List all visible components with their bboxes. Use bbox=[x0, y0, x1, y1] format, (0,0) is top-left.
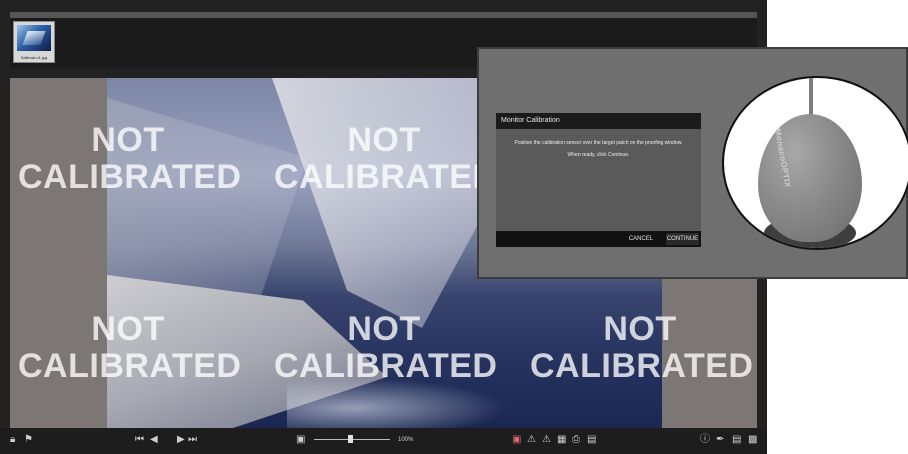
previous-icon[interactable]: ◀ bbox=[150, 434, 158, 446]
watermark-line2: CALIBRATED bbox=[274, 158, 498, 196]
clipboard-icon[interactable]: ▩ bbox=[748, 434, 757, 446]
watermark-line2: CALIBRATED bbox=[18, 158, 242, 196]
watermark-not-calibrated: NOT CALIBRATED bbox=[530, 310, 754, 385]
cancel-button[interactable]: CANCEL bbox=[623, 233, 659, 245]
continue-button[interactable]: CONTINUE bbox=[666, 233, 699, 245]
gamut-warning-icon[interactable]: ⚠︎ bbox=[527, 434, 536, 446]
watermark-not-calibrated: NOT CALIBRATED bbox=[18, 310, 242, 385]
fit-to-window-icon[interactable]: ▣ bbox=[296, 434, 305, 446]
bottom-toolbar: 🔒︎ ⚑ ⏮︎ ◀ ▶ ⏭︎ ▣ 100% ▣ ⚠︎ ⚠︎ ▦ ⎙ ▤ ⓘ ✒ … bbox=[0, 428, 767, 454]
watermark-line1: NOT bbox=[603, 310, 677, 348]
zoom-label: 100% bbox=[398, 437, 414, 443]
watermark-not-calibrated: NOT CALIBRATED bbox=[274, 121, 498, 196]
eyedropper-icon[interactable]: ✒ bbox=[716, 434, 724, 446]
sensor-cable bbox=[809, 78, 813, 116]
watermark-line2: CALIBRATED bbox=[18, 347, 242, 385]
first-page-icon[interactable]: ⏮︎ bbox=[135, 434, 144, 446]
calibration-sensor-image: MonacoOPTIX bbox=[722, 76, 908, 250]
lock-icon[interactable]: 🔒︎ bbox=[10, 434, 15, 446]
dialog-title: Monitor Calibration bbox=[496, 113, 701, 129]
watermark-not-calibrated: NOT CALIBRATED bbox=[274, 310, 498, 385]
dialog-footer: CANCEL CONTINUE bbox=[496, 231, 701, 247]
dialog-message-line2: When ready, click Continue. bbox=[567, 152, 630, 158]
dialog-message: Position the calibration sensor over the… bbox=[502, 137, 695, 161]
gamut-warning-icon[interactable]: ⚠︎ bbox=[542, 434, 551, 446]
compare-icon[interactable]: ▦ bbox=[557, 434, 566, 446]
watermark-line2: CALIBRATED bbox=[530, 347, 754, 385]
watermark-line2: CALIBRATED bbox=[274, 347, 498, 385]
last-page-icon[interactable]: ⏭︎ bbox=[188, 434, 197, 446]
monitor-calibration-dialog: Monitor Calibration Position the calibra… bbox=[496, 113, 701, 247]
info-icon[interactable]: ⓘ bbox=[700, 434, 710, 446]
flag-icon[interactable]: ⚑ bbox=[24, 434, 33, 446]
next-icon[interactable]: ▶ bbox=[177, 434, 185, 446]
sea-foam bbox=[287, 378, 507, 428]
thumbnail-image bbox=[17, 25, 51, 51]
dialog-message-line1: Position the calibration sensor over the… bbox=[514, 140, 683, 146]
monitor-icon[interactable]: ▣ bbox=[512, 434, 521, 446]
watermark-line1: NOT bbox=[91, 121, 165, 159]
zoom-slider-handle[interactable] bbox=[348, 435, 353, 443]
thumbnail-caption: Sailboat-v1.jpg bbox=[20, 55, 48, 60]
watermark-line1: NOT bbox=[91, 310, 165, 348]
watermark-line1: NOT bbox=[347, 121, 421, 159]
watermark-not-calibrated: NOT CALIBRATED bbox=[18, 121, 242, 196]
watermark-line1: NOT bbox=[347, 310, 421, 348]
export-icon[interactable]: ▤ bbox=[587, 434, 596, 446]
notes-icon[interactable]: ▤ bbox=[732, 434, 741, 446]
print-icon[interactable]: ⎙ bbox=[572, 434, 580, 446]
zoom-slider[interactable] bbox=[314, 435, 390, 443]
calibration-callout: Monitor Calibration Position the calibra… bbox=[477, 47, 908, 279]
image-thumbnail[interactable]: Sailboat-v1.jpg bbox=[13, 21, 55, 63]
